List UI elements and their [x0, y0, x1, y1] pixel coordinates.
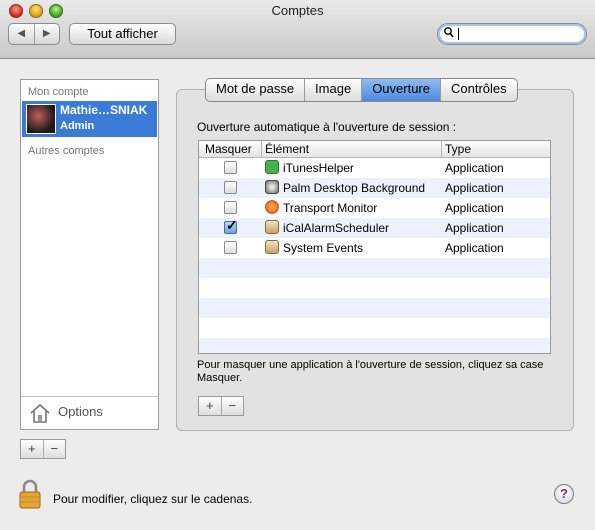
other-accounts-header: Autres comptes	[28, 145, 105, 157]
transport-monitor-icon	[265, 200, 279, 214]
hide-checkbox-checked[interactable]: ✓	[224, 217, 238, 234]
title-bar: Comptes ◀ ▶ Tout afficher	[0, 0, 595, 59]
empty-row	[199, 318, 550, 338]
show-all-button[interactable]: Tout afficher	[69, 23, 176, 45]
my-account-header: Mon compte	[28, 86, 89, 98]
system-events-icon	[265, 240, 279, 254]
row-item-type: Application	[445, 161, 504, 175]
empty-row	[199, 258, 550, 278]
checkmark-icon: ✓	[226, 217, 238, 233]
help-button[interactable]: ?	[554, 484, 574, 504]
row-item-name: iCalAlarmScheduler	[283, 221, 390, 235]
row-item-type: Application	[445, 181, 504, 195]
login-items-table: Masquer Élément Type iTunesHelper Applic…	[198, 140, 551, 354]
avatar	[26, 104, 56, 134]
empty-row	[199, 338, 550, 353]
account-role: Admin	[60, 120, 95, 132]
hide-hint-text: Pour masquer une application à l'ouvertu…	[197, 359, 544, 384]
row-item-name: iTunesHelper	[283, 161, 354, 175]
row-item-type: Application	[445, 201, 504, 215]
forward-button[interactable]: ▶	[35, 24, 60, 44]
add-login-item-button[interactable]: +	[199, 397, 222, 415]
account-add-remove: + −	[20, 439, 66, 459]
tab-image[interactable]: Image	[305, 79, 363, 101]
tab-password[interactable]: Mot de passe	[206, 79, 306, 101]
table-row[interactable]: iTunesHelper Application	[199, 158, 550, 178]
row-item-type: Application	[445, 241, 504, 255]
search-field[interactable]	[437, 23, 587, 45]
back-button[interactable]: ◀	[9, 24, 35, 44]
row-item-name: Palm Desktop Background	[283, 181, 426, 195]
lock-text: Pour modifier, cliquez sur le cadenas.	[53, 492, 253, 506]
login-items-heading: Ouverture automatique à l'ouverture de s…	[197, 120, 457, 134]
login-item-add-remove: + −	[198, 396, 244, 416]
hide-checkbox[interactable]	[224, 181, 237, 194]
options-label: Options	[58, 404, 103, 419]
account-list: Mon compte Mathie…SNIAK Admin Autres com…	[20, 79, 159, 430]
search-caret	[458, 28, 459, 40]
preferences-window: Comptes ◀ ▶ Tout afficher Mon compte Mat…	[0, 0, 595, 530]
house-icon	[29, 402, 51, 424]
column-header-hide[interactable]: Masquer	[205, 141, 252, 157]
empty-row	[199, 298, 550, 318]
table-row[interactable]: ✓ iCalAlarmScheduler Application	[199, 217, 550, 238]
row-item-name: Transport Monitor	[283, 201, 378, 215]
remove-account-button[interactable]: −	[44, 440, 66, 458]
empty-row	[199, 278, 550, 298]
back-forward-control: ◀ ▶	[8, 23, 60, 45]
window-title: Comptes	[271, 3, 324, 18]
table-row[interactable]: Palm Desktop Background Application	[199, 178, 550, 198]
column-header-type[interactable]: Type	[445, 141, 471, 157]
tab-login-items[interactable]: Ouverture	[362, 79, 441, 101]
column-divider	[261, 141, 262, 157]
column-header-item[interactable]: Élément	[265, 141, 309, 157]
add-account-button[interactable]: +	[21, 440, 44, 458]
hide-checkbox[interactable]	[224, 241, 237, 254]
remove-login-item-button[interactable]: −	[222, 397, 244, 415]
tab-controls[interactable]: Contrôles	[441, 79, 517, 101]
palm-desktop-icon	[265, 180, 279, 194]
table-row[interactable]: System Events Application	[199, 238, 550, 258]
search-icon	[444, 27, 454, 41]
account-name: Mathie…SNIAK	[60, 103, 148, 117]
column-divider	[441, 141, 442, 157]
row-item-type: Application	[445, 221, 504, 235]
hide-checkbox[interactable]	[224, 201, 237, 214]
account-item-current[interactable]: Mathie…SNIAK Admin	[22, 101, 157, 137]
login-options-item[interactable]: Options	[21, 396, 158, 429]
lock-icon[interactable]	[19, 479, 41, 509]
itunes-helper-icon	[265, 160, 279, 174]
row-item-name: System Events	[283, 241, 364, 255]
table-row[interactable]: Transport Monitor Application	[199, 198, 550, 218]
ical-alarm-icon	[265, 220, 279, 234]
table-header: Masquer Élément Type	[199, 141, 550, 158]
tab-bar: Mot de passe Image Ouverture Contrôles	[205, 78, 518, 102]
hide-checkbox[interactable]	[224, 161, 237, 174]
